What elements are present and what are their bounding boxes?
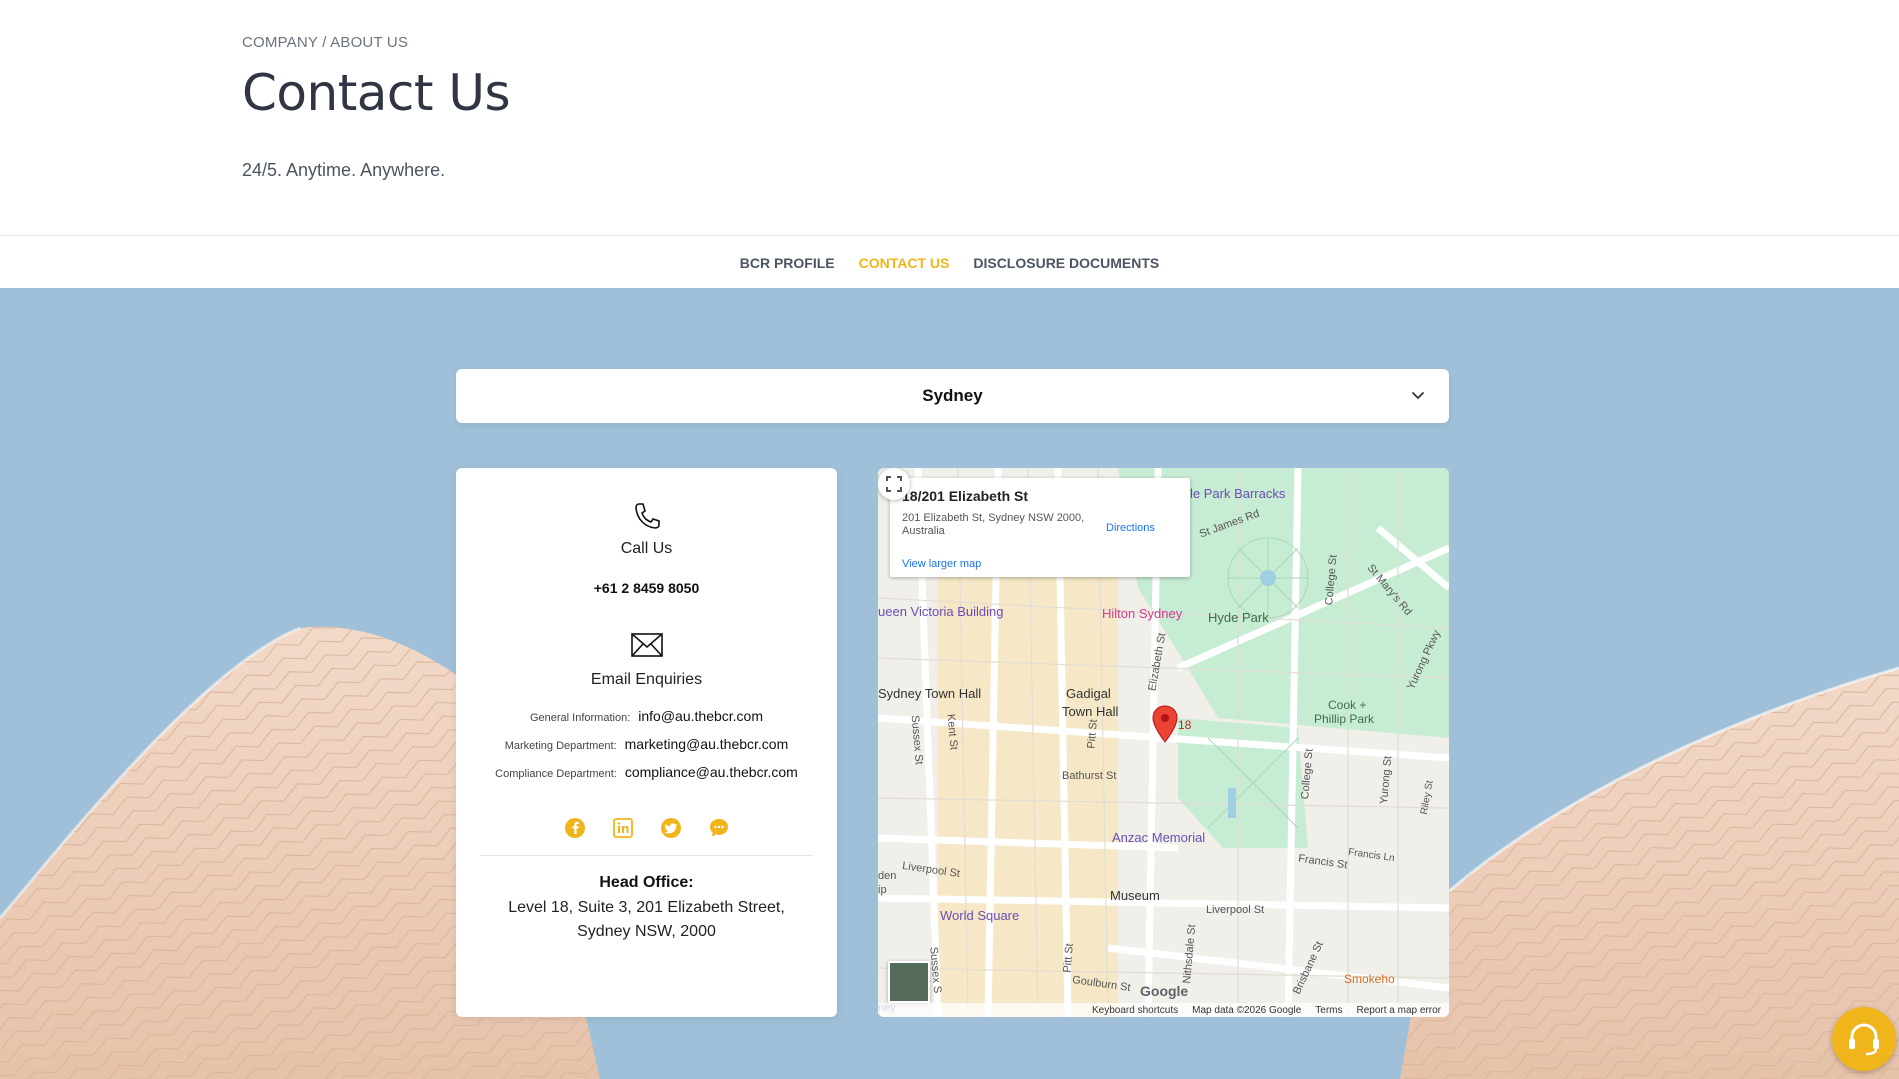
map-label-cook-phillip-2[interactable]: Phillip Park [1314, 712, 1374, 726]
map-footer: Keyboard shortcuts Map data ©2026 Google… [878, 1003, 1449, 1017]
report-map-error-link[interactable]: Report a map error [1357, 1005, 1441, 1016]
facebook-icon[interactable] [564, 817, 586, 839]
fullscreen-icon[interactable] [878, 468, 910, 500]
location-select[interactable]: Sydney [456, 369, 1449, 423]
phone-number[interactable]: +61 2 8459 8050 [456, 580, 837, 596]
chat-icon[interactable] [708, 817, 730, 839]
map-label-museum[interactable]: Museum [1110, 888, 1160, 903]
phone-icon [634, 503, 660, 529]
nav-bcr-profile[interactable]: BCR PROFILE [740, 255, 835, 271]
satellite-toggle[interactable] [888, 961, 930, 1003]
google-logo: Google [1140, 983, 1189, 999]
breadcrumb: COMPANY / ABOUT US [242, 34, 408, 51]
page-title: Contact Us [242, 64, 511, 122]
call-us-heading: Call Us [620, 540, 673, 557]
location-select-value: Sydney [922, 386, 983, 405]
nav-contact-us[interactable]: CONTACT US [859, 255, 950, 271]
map-label-ip: ip [878, 884, 887, 896]
chevron-down-icon [1412, 392, 1424, 400]
email-row-marketing: Marketing Department: marketing@au.thebc… [456, 736, 837, 752]
linkedin-icon[interactable] [612, 817, 634, 839]
map-label-sydney-town-hall[interactable]: Sydney Town Hall [878, 686, 981, 701]
map-marker-label: 18 [1178, 718, 1192, 732]
map-label-queen-victoria[interactable]: ueen Victoria Building [878, 604, 1004, 619]
section-nav: BCR PROFILE CONTACT US DISCLOSURE DOCUME… [0, 235, 1899, 290]
page-subtitle: 24/5. Anytime. Anywhere. [242, 160, 446, 180]
support-headset-icon[interactable] [1832, 1007, 1896, 1071]
terms-link[interactable]: Terms [1315, 1005, 1342, 1016]
map-label-anzac[interactable]: Anzac Memorial [1112, 830, 1205, 845]
breadcrumb-separator: / [322, 34, 327, 51]
breadcrumb-about[interactable]: ABOUT US [330, 34, 408, 51]
social-links [456, 817, 837, 839]
head-office-heading: Head Office: [599, 874, 694, 891]
map-label-pitt-2: Pitt St [1061, 942, 1076, 974]
card-divider [480, 855, 813, 856]
map-marker-icon[interactable] [1150, 704, 1180, 744]
email-link[interactable]: info@au.thebcr.com [638, 708, 763, 724]
email-row-compliance: Compliance Department: compliance@au.the… [456, 764, 837, 780]
twitter-icon[interactable] [660, 817, 682, 839]
map-label-town-hall[interactable]: Town Hall [1062, 704, 1118, 719]
envelope-icon [630, 633, 663, 657]
map-label-pitt: Pitt St [1085, 718, 1100, 750]
head-office-address-line1: Level 18, Suite 3, 201 Elizabeth Street, [508, 899, 785, 916]
map-label-hyde-park[interactable]: Hyde Park [1208, 610, 1269, 625]
map-label-gadigal[interactable]: Gadigal [1066, 686, 1111, 701]
map-data-attribution: Map data ©2026 Google [1192, 1004, 1302, 1016]
map-label-smokehouse[interactable]: Smokeho [1344, 972, 1395, 986]
email-row-general: General Information: info@au.thebcr.com [456, 708, 837, 724]
map-label-liverpool-2: Liverpool St [1206, 904, 1265, 916]
email-link[interactable]: marketing@au.thebcr.com [625, 736, 789, 752]
map-label-den: den [878, 870, 897, 882]
head-office-address-line2: Sydney NSW, 2000 [577, 923, 716, 940]
email-enquiries-heading: Email Enquiries [590, 671, 703, 688]
head-office-address: Level 18, Suite 3, 201 Elizabeth Street,… [456, 896, 837, 944]
view-larger-map-link[interactable]: View larger map [902, 558, 981, 570]
google-map[interactable]: 18 ueen Victoria Building Hilton Sydney … [878, 468, 1449, 1017]
map-place-address: 201 Elizabeth St, Sydney NSW 2000, Austr… [902, 512, 1085, 537]
breadcrumb-company[interactable]: COMPANY [242, 34, 318, 51]
contact-card: Call Us +61 2 8459 8050 Email Enquiries … [456, 468, 837, 1017]
email-link[interactable]: compliance@au.thebcr.com [625, 764, 798, 780]
email-label: Marketing Department: [504, 740, 617, 752]
directions-link[interactable]: Directions [1106, 522, 1155, 534]
email-label: Compliance Department: [495, 768, 617, 780]
map-place-title: 18/201 Elizabeth St [902, 488, 1029, 504]
map-label-hilton[interactable]: Hilton Sydney [1102, 606, 1182, 621]
map-label-cook-phillip[interactable]: Cook + [1328, 698, 1366, 712]
map-label-barracks[interactable]: le Park Barracks [1190, 486, 1285, 501]
keyboard-shortcuts-link[interactable]: Keyboard shortcuts [1092, 1005, 1178, 1016]
map-label-world-square[interactable]: World Square [940, 908, 1019, 923]
email-label: General Information: [529, 712, 631, 724]
nav-disclosure-documents[interactable]: DISCLOSURE DOCUMENTS [973, 255, 1159, 271]
map-label-bathurst: Bathurst St [1062, 770, 1117, 782]
map-place-card: 18/201 Elizabeth St 201 Elizabeth St, Sy… [890, 478, 1190, 577]
page-header: COMPANY / ABOUT US Contact Us 24/5. Anyt… [0, 0, 1899, 235]
